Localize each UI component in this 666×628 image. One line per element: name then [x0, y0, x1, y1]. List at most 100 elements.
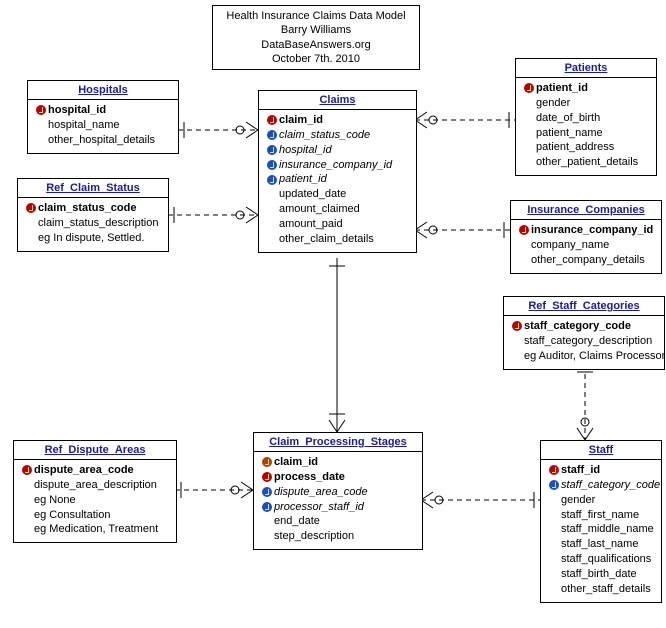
column-label: processor_staff_id [274, 500, 364, 515]
column-label: end_date [274, 514, 320, 529]
column-label: eg None [34, 493, 76, 508]
entity-hospitals: Hospitals hospital_idhospital_nameother_… [27, 80, 179, 154]
column-row: staff_qualifications [547, 552, 655, 567]
primary-key-icon [22, 465, 32, 475]
column-label: staff_birth_date [561, 567, 637, 582]
column-row: hospital_id [265, 143, 410, 158]
column-row: eg In dispute, Settled. [24, 231, 162, 246]
column-row: insurance_company_id [517, 223, 655, 238]
diagram-title-box: Health Insurance Claims Data Model Barry… [212, 5, 420, 70]
column-label: other_hospital_details [48, 133, 155, 148]
column-row: gender [522, 96, 650, 111]
column-label: eg Medication, Treatment [34, 522, 158, 537]
entity-header: Ref_Dispute_Areas [14, 441, 176, 460]
column-row: claim_id [260, 455, 416, 470]
title-line: October 7th. 2010 [221, 52, 411, 66]
column-label: patient_id [279, 172, 327, 187]
column-label: dispute_area_code [274, 485, 368, 500]
column-row: staff_category_code [547, 478, 655, 493]
entity-insurance-companies: Insurance_Companies insurance_company_id… [510, 200, 662, 274]
column-row: other_staff_details [547, 582, 655, 597]
entity-header: Ref_Staff_Categories [504, 297, 664, 316]
column-label: insurance_company_id [531, 223, 653, 238]
column-row: staff_middle_name [547, 522, 655, 537]
column-label: company_name [531, 238, 609, 253]
entity-header: Insurance_Companies [511, 201, 661, 220]
column-label: updated_date [279, 187, 346, 202]
column-row: date_of_birth [522, 111, 650, 126]
column-label: amount_paid [279, 217, 343, 232]
column-label: patient_address [536, 140, 614, 155]
entity-header: Staff [541, 441, 661, 460]
column-label: hospital_name [48, 118, 120, 133]
column-row: patient_id [265, 172, 410, 187]
column-label: step_description [274, 529, 354, 544]
foreign-key-icon [267, 160, 277, 170]
column-label: other_staff_details [561, 582, 651, 597]
column-row: eg Consultation [20, 508, 170, 523]
column-label: staff_id [561, 463, 600, 478]
column-row: end_date [260, 514, 416, 529]
column-row: company_name [517, 238, 655, 253]
title-line: Barry Williams [221, 23, 411, 37]
column-row: claim_id [265, 113, 410, 128]
column-label: patient_id [536, 81, 588, 96]
entity-ref-claim-status: Ref_Claim_Status claim_status_codeclaim_… [17, 178, 169, 252]
column-label: dispute_area_code [34, 463, 134, 478]
foreign-key-icon [262, 487, 272, 497]
column-row: staff_category_code [510, 319, 658, 334]
column-row: staff_birth_date [547, 567, 655, 582]
pk-fk-icon [262, 457, 272, 467]
column-label: hospital_id [279, 143, 332, 158]
foreign-key-icon [549, 480, 559, 490]
column-row: other_patient_details [522, 155, 650, 170]
primary-key-icon [36, 105, 46, 115]
entity-header: Claims [259, 91, 416, 110]
column-row: other_company_details [517, 253, 655, 268]
column-row: processor_staff_id [260, 500, 416, 515]
column-row: staff_last_name [547, 537, 655, 552]
entity-staff: Staff staff_idstaff_category_codegenders… [540, 440, 662, 603]
column-row: process_date [260, 470, 416, 485]
column-row: dispute_area_code [260, 485, 416, 500]
column-row: dispute_area_code [20, 463, 170, 478]
entity-header: Ref_Claim_Status [18, 179, 168, 198]
column-label: date_of_birth [536, 111, 600, 126]
column-row: claim_status_description [24, 216, 162, 231]
column-label: eg Auditor, Claims Processor [524, 349, 665, 364]
column-row: other_claim_details [265, 232, 410, 247]
entity-claim-processing-stages: Claim_Processing_Stages claim_idprocess_… [253, 432, 423, 550]
column-row: updated_date [265, 187, 410, 202]
column-label: claim_id [274, 455, 318, 470]
column-row: eg Auditor, Claims Processor [510, 349, 658, 364]
column-row: patient_address [522, 140, 650, 155]
column-row: hospital_name [34, 118, 172, 133]
primary-key-icon [549, 465, 559, 475]
primary-key-icon [267, 115, 277, 125]
entity-header: Patients [516, 59, 656, 78]
column-label: patient_name [536, 126, 603, 141]
column-label: claim_id [279, 113, 323, 128]
primary-key-icon [512, 321, 522, 331]
primary-key-icon [262, 472, 272, 482]
column-row: eg None [20, 493, 170, 508]
foreign-key-icon [267, 145, 277, 155]
column-row: patient_id [522, 81, 650, 96]
column-row: staff_category_description [510, 334, 658, 349]
column-label: amount_claimed [279, 202, 360, 217]
entity-header: Claim_Processing_Stages [254, 433, 422, 452]
title-line: Health Insurance Claims Data Model [221, 9, 411, 23]
column-label: claim_status_code [38, 201, 136, 216]
column-row: step_description [260, 529, 416, 544]
column-label: staff_category_description [524, 334, 652, 349]
title-line: DataBaseAnswers.org [221, 38, 411, 52]
column-row: dispute_area_description [20, 478, 170, 493]
column-row: patient_name [522, 126, 650, 141]
column-label: insurance_company_id [279, 158, 392, 173]
column-label: gender [536, 96, 570, 111]
column-label: other_company_details [531, 253, 645, 268]
column-label: staff_category_code [524, 319, 631, 334]
column-row: gender [547, 493, 655, 508]
column-row: claim_status_code [24, 201, 162, 216]
column-row: staff_first_name [547, 508, 655, 523]
